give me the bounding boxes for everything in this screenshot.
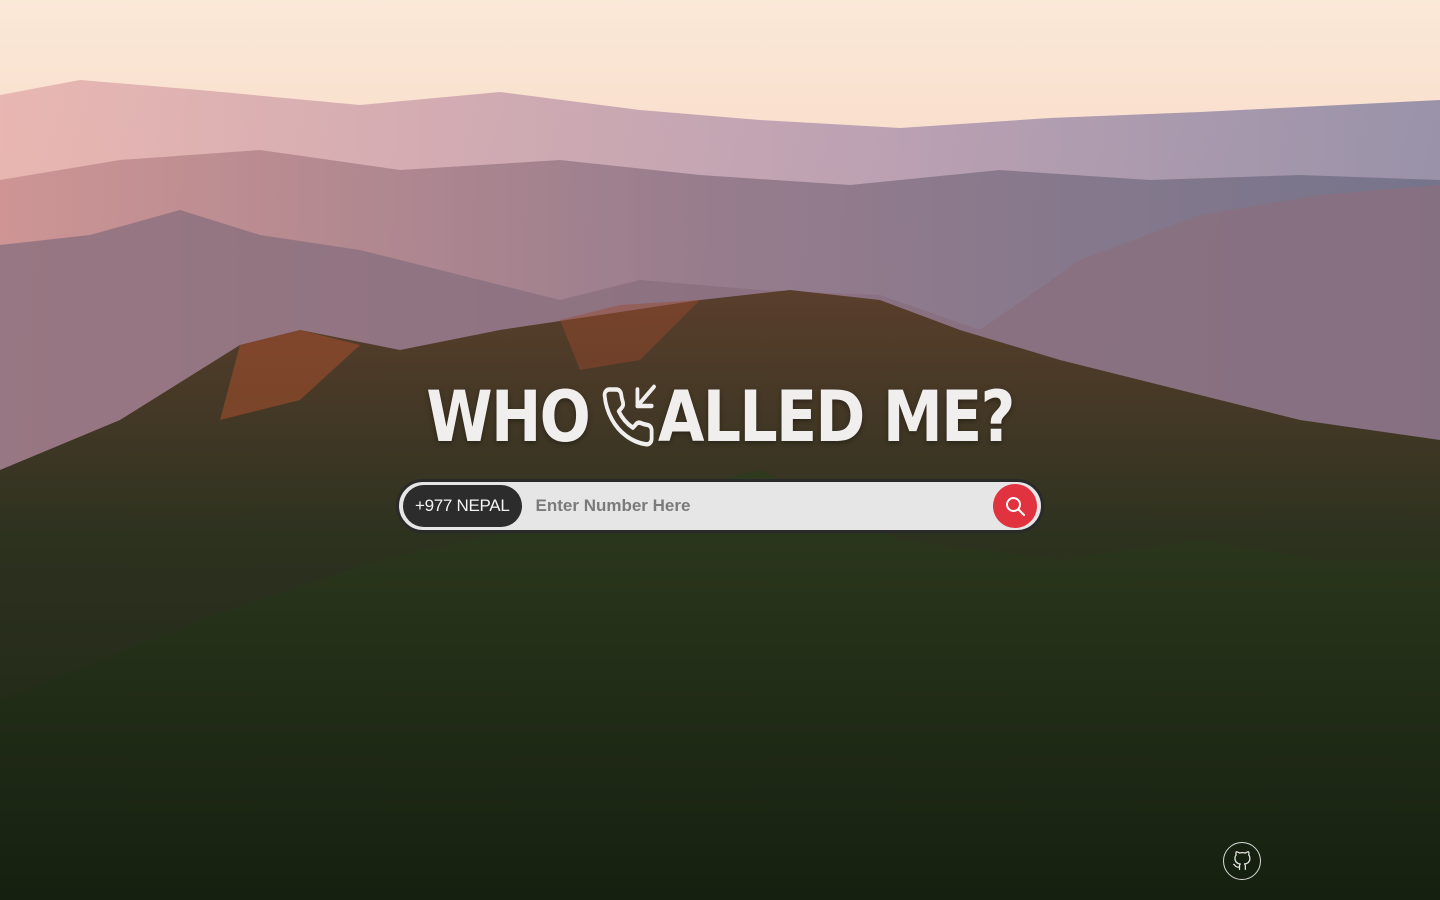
phone-incoming-icon	[599, 384, 656, 450]
title-word-alled-me: ALLED ME?	[657, 376, 1016, 458]
github-icon	[1233, 851, 1251, 870]
search-icon	[1006, 497, 1025, 516]
country-code-selector[interactable]: +977 NEPAL	[403, 485, 522, 527]
github-link-button[interactable]	[1223, 842, 1261, 880]
phone-search-bar: +977 NEPAL	[396, 479, 1044, 533]
app-title: WHO ALLED ME?	[101, 372, 1339, 462]
title-word-who: WHO	[426, 376, 591, 458]
phone-number-input[interactable]	[533, 485, 993, 527]
page-root: WHO ALLED ME? +977 NEPAL	[0, 0, 1440, 900]
search-button[interactable]	[993, 484, 1037, 528]
